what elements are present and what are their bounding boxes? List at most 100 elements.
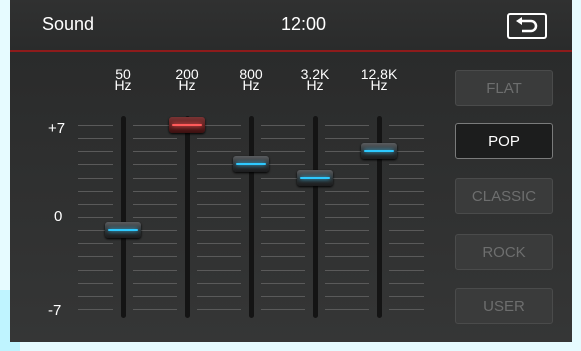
scale-tick [261, 230, 305, 232]
scale-tick [325, 164, 369, 166]
slider-indicator-line [108, 229, 138, 232]
scale-tick [389, 217, 424, 218]
scale-tick [197, 138, 241, 140]
scale-tick [389, 256, 424, 258]
slider-knob[interactable] [361, 143, 397, 160]
scale-tick [389, 138, 424, 140]
equalizer-panel: +7 0 -7 50 Hz 200 Hz 800 Hz 3.2K Hz 12.8K Hz FLAT P… [10, 52, 572, 342]
scale-tick [78, 177, 113, 179]
scale-tick [389, 295, 424, 297]
scale-tick [261, 217, 305, 218]
band-label-12-8k: 12.8K Hz [359, 67, 399, 92]
scale-tick [197, 256, 241, 258]
scale-tick [325, 243, 369, 245]
slider-knob[interactable] [233, 156, 269, 173]
scale-tick [197, 151, 241, 153]
preset-button-classic[interactable]: CLASSIC [455, 178, 553, 214]
scale-tick [133, 164, 177, 166]
sound-screen: Sound 12:00 +7 0 -7 50 Hz 200 Hz 800 Hz 3.2K Hz… [10, 0, 572, 342]
scale-tick [133, 295, 177, 297]
slider-track[interactable] [120, 116, 126, 318]
scale-tick [261, 269, 305, 271]
slider-track[interactable] [184, 116, 190, 318]
page-title: Sound [42, 14, 95, 34]
scale-tick [197, 217, 241, 218]
scale-tick [325, 230, 369, 232]
scale-tick [261, 138, 305, 140]
scale-tick [133, 203, 177, 205]
slider-indicator-line [300, 176, 330, 179]
scale-tick [78, 243, 113, 245]
scale-tick [78, 190, 113, 192]
scale-tick [78, 125, 113, 126]
scale-tick [389, 243, 424, 245]
band-label-800: 800 Hz [231, 67, 271, 93]
scale-tick [389, 282, 424, 284]
scale-tick [133, 138, 177, 140]
scale-tick [78, 151, 113, 153]
preset-button-pop[interactable]: POP [455, 123, 553, 159]
scale-tick [261, 125, 305, 126]
scale-tick [389, 230, 424, 232]
band-label-3-2k: 3.2K Hz [295, 67, 335, 92]
band-unit: Hz [178, 77, 196, 93]
slider-indicator-line [172, 124, 202, 126]
scale-tick [197, 243, 241, 245]
scale-tick [78, 269, 113, 271]
slider-track[interactable] [248, 116, 254, 318]
scale-tick [133, 256, 177, 258]
scale-tick [78, 138, 113, 140]
scale-tick [261, 295, 305, 297]
scale-tick [325, 125, 369, 126]
scale-tick [197, 190, 241, 192]
return-arrow-icon [516, 17, 538, 33]
scale-tick [389, 125, 424, 126]
scale-tick [261, 243, 305, 245]
scale-tick [78, 256, 113, 258]
band-unit: Hz [242, 77, 260, 93]
slider-track[interactable] [312, 116, 318, 318]
scale-tick [133, 282, 177, 284]
scale-tick [261, 282, 305, 284]
scale-tick [78, 309, 113, 310]
scale-tick [261, 203, 305, 205]
scale-tick [197, 177, 241, 179]
preset-button-rock[interactable]: ROCK [455, 234, 553, 270]
scale-tick [78, 282, 113, 284]
scale-tick [325, 295, 369, 297]
band-label-50: 50 Hz [103, 67, 143, 92]
preset-button-user[interactable]: USER [455, 288, 553, 324]
scale-tick [261, 256, 305, 258]
scale-tick [133, 269, 177, 271]
scale-tick [389, 164, 424, 166]
scale-tick [197, 309, 241, 310]
band-label-200: 200 Hz [167, 67, 207, 93]
scale-tick [389, 203, 424, 205]
header-bar: Sound 12:00 [10, 0, 572, 50]
scale-tick [197, 269, 241, 271]
scale-tick [197, 295, 241, 297]
scale-tick [133, 243, 177, 245]
slider-knob[interactable] [169, 117, 205, 133]
preset-button-flat[interactable]: FLAT [455, 70, 553, 106]
scale-tick [261, 309, 305, 310]
back-button[interactable] [507, 13, 547, 39]
scale-tick [325, 309, 369, 310]
scale-tick [197, 282, 241, 284]
scale-tick [389, 309, 424, 310]
scale-tick [325, 269, 369, 271]
scale-tick [78, 164, 113, 166]
scale-tick [133, 217, 177, 218]
scale-tick [325, 256, 369, 258]
slider-knob[interactable] [105, 222, 141, 239]
scale-tick [261, 190, 305, 192]
scale-tick [325, 282, 369, 284]
scale-min-label: -7 [48, 302, 62, 319]
scale-tick [78, 217, 113, 218]
scale-tick [78, 295, 113, 297]
scale-tick [325, 190, 369, 192]
scale-tick [389, 190, 424, 192]
scale-tick [197, 230, 241, 232]
scale-tick [325, 217, 369, 218]
slider-knob[interactable] [297, 169, 333, 186]
